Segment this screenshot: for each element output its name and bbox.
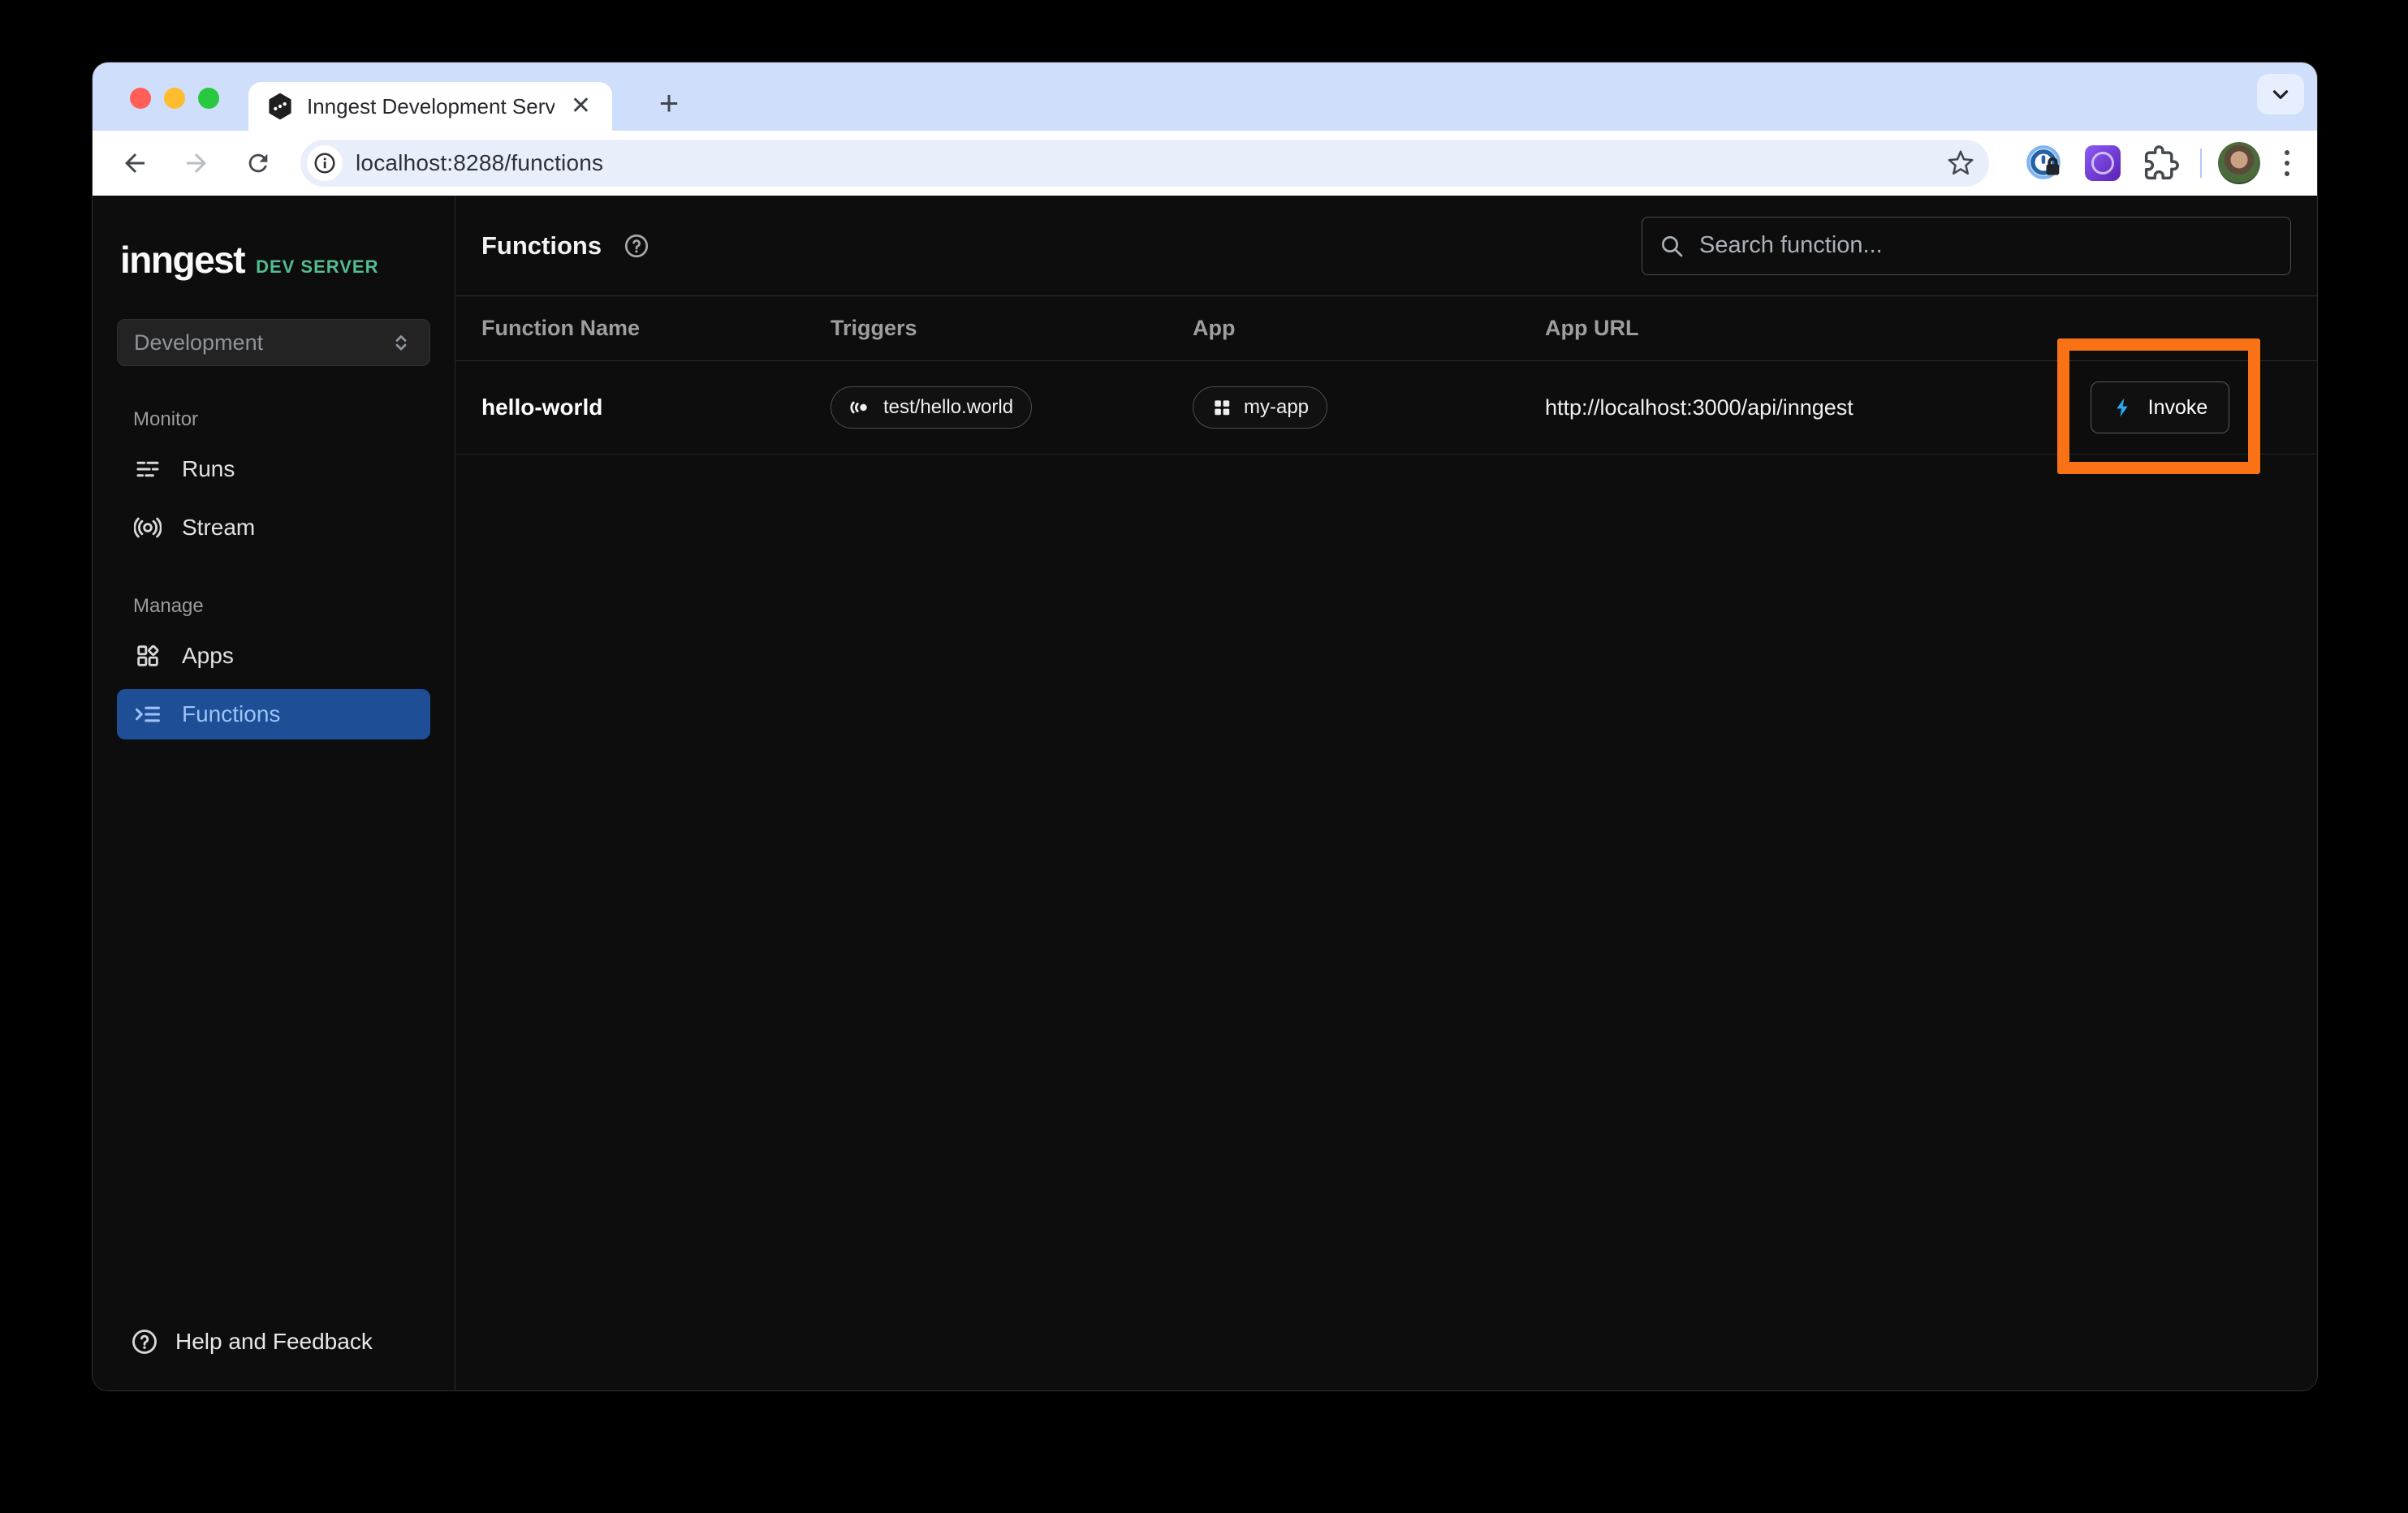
sidebar-item-apps[interactable]: Apps	[117, 631, 430, 681]
extensions-puzzle-icon[interactable]	[2138, 140, 2184, 186]
bookmark-star-icon[interactable]	[1947, 149, 1974, 177]
help-circle-icon	[130, 1327, 159, 1356]
url-text[interactable]: localhost:8288/functions	[356, 150, 1947, 176]
stream-icon	[133, 513, 162, 542]
page-title: Functions	[481, 231, 602, 261]
chevron-down-icon	[2268, 82, 2293, 106]
search-icon	[1659, 233, 1685, 259]
browser-tab[interactable]: Inngest Development Server ✕	[248, 82, 612, 131]
apps-icon	[133, 641, 162, 670]
event-trigger-icon	[849, 396, 872, 419]
inngest-app: inngest DEV SERVER Development Monitor R…	[93, 196, 2317, 1390]
sidebar-item-label: Runs	[182, 456, 235, 482]
main-panel: Functions Function Name	[455, 196, 2317, 1390]
tab-search-chevron-button[interactable]	[2257, 74, 2304, 114]
browser-menu-button[interactable]	[2280, 145, 2294, 181]
sidebar-item-stream[interactable]: Stream	[117, 502, 430, 553]
tab-title: Inngest Development Server	[307, 94, 555, 119]
tab-strip: Inngest Development Server ✕ +	[93, 63, 2317, 131]
forward-button[interactable]	[177, 144, 216, 183]
browser-window: Inngest Development Server ✕ + localhost…	[92, 62, 2318, 1391]
sidebar-item-functions[interactable]: Functions	[117, 689, 430, 739]
toolbar-separator	[2200, 149, 2202, 178]
sidebar-item-label: Apps	[182, 643, 234, 669]
back-button[interactable]	[115, 144, 154, 183]
app-grid-icon	[1211, 397, 1232, 418]
back-arrow-icon	[120, 149, 149, 178]
runs-icon	[133, 455, 162, 484]
functions-icon	[133, 700, 162, 729]
sidebar-item-runs[interactable]: Runs	[117, 444, 430, 494]
new-tab-button[interactable]: +	[651, 87, 687, 123]
zoom-window-button[interactable]	[198, 88, 219, 109]
inngest-logo: inngest	[120, 238, 244, 282]
tab-close-icon[interactable]: ✕	[567, 94, 594, 119]
reload-button[interactable]	[239, 144, 278, 183]
search-box[interactable]	[1642, 217, 2291, 275]
purple-extension-icon[interactable]	[2080, 140, 2125, 186]
function-name[interactable]: hello-world	[481, 394, 831, 420]
column-header-function-name: Function Name	[481, 316, 831, 341]
close-window-button[interactable]	[130, 88, 151, 109]
site-info-icon[interactable]	[307, 145, 343, 181]
profile-avatar[interactable]	[2218, 142, 2260, 184]
environment-select-value: Development	[134, 330, 263, 356]
column-header-triggers: Triggers	[831, 316, 1193, 341]
table-row[interactable]: hello-world test/hello.world	[455, 361, 2317, 455]
app-label: my-app	[1244, 396, 1309, 419]
search-input[interactable]	[1699, 232, 2274, 259]
column-header-app: App	[1193, 316, 1545, 341]
section-label-manage: Manage	[133, 595, 430, 618]
lightning-bolt-icon	[2112, 396, 2135, 419]
environment-select[interactable]: Development	[117, 319, 430, 366]
reload-icon	[244, 149, 272, 177]
main-header: Functions	[455, 196, 2317, 296]
minimize-window-button[interactable]	[164, 88, 185, 109]
select-chevrons-icon	[389, 330, 413, 355]
dev-server-badge: DEV SERVER	[256, 256, 378, 278]
table-header: Function Name Triggers App App URL	[455, 296, 2317, 361]
page-help-icon[interactable]	[623, 232, 650, 260]
sidebar-item-label: Functions	[182, 701, 280, 727]
help-label: Help and Feedback	[175, 1329, 373, 1355]
app-badge[interactable]: my-app	[1193, 386, 1327, 429]
forward-arrow-icon	[182, 149, 211, 178]
window-controls	[130, 88, 219, 109]
logo-row: inngest DEV SERVER	[117, 238, 430, 282]
tab-favicon-inngest-icon	[266, 93, 294, 120]
password-manager-extension-icon[interactable]	[2022, 140, 2067, 186]
invoke-label: Invoke	[2148, 396, 2208, 420]
invoke-button[interactable]: Invoke	[2091, 381, 2230, 433]
section-label-monitor: Monitor	[133, 408, 430, 431]
help-and-feedback[interactable]: Help and Feedback	[117, 1327, 430, 1368]
trigger-badge[interactable]: test/hello.world	[831, 386, 1032, 429]
browser-toolbar: localhost:8288/functions	[93, 131, 2317, 196]
sidebar: inngest DEV SERVER Development Monitor R…	[93, 196, 455, 1390]
app-url: http://localhost:3000/api/inngest	[1545, 395, 2065, 420]
sidebar-item-label: Stream	[182, 515, 255, 541]
column-header-app-url: App URL	[1545, 316, 2065, 341]
trigger-label: test/hello.world	[883, 396, 1013, 419]
url-bar[interactable]: localhost:8288/functions	[300, 140, 1989, 187]
